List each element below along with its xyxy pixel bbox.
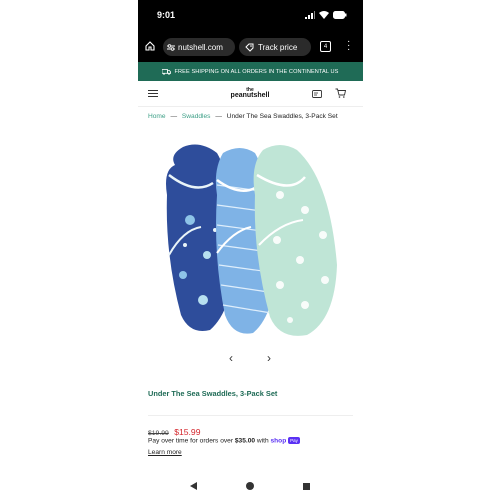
price-block: $19.99 $15.99 (148, 427, 200, 437)
home-icon[interactable] (145, 41, 155, 51)
status-icons (305, 11, 347, 19)
site-settings-icon[interactable] (167, 43, 175, 51)
installments-with: with (256, 437, 269, 445)
sale-price: $15.99 (174, 427, 201, 437)
breadcrumb: Home — Swaddles — Under The Sea Swaddles… (148, 113, 338, 120)
breadcrumb-home[interactable]: Home (148, 113, 166, 120)
shop-pay-logo: shop (270, 437, 287, 445)
hamburger-menu-icon[interactable] (148, 90, 158, 99)
battery-icon (333, 11, 347, 19)
image-carousel-controls: ‹ › (229, 351, 271, 365)
installments-message: Pay over time for orders over $35.00 wit… (148, 437, 300, 444)
cart-icon[interactable] (335, 88, 346, 98)
divider (148, 415, 353, 416)
site-logo[interactable]: the peanutshell (225, 88, 275, 100)
back-nav-icon[interactable] (190, 482, 197, 490)
carousel-prev-icon[interactable]: ‹ (229, 351, 233, 365)
product-title: Under The Sea Swaddles, 3-Pack Set (148, 389, 278, 398)
installments-amount: $35.00 (234, 437, 256, 445)
breadcrumb-current: Under The Sea Swaddles, 3-Pack Set (226, 113, 338, 120)
right-margin (363, 0, 500, 500)
address-bar[interactable]: nutshell.com (163, 38, 235, 56)
original-price: $19.99 (148, 430, 169, 437)
promo-text: FREE SHIPPING ON ALL ORDERS IN THE CONTI… (174, 68, 339, 75)
product-image[interactable] (155, 135, 355, 345)
breadcrumb-separator: — (170, 113, 178, 120)
logo-bottom-text: peanutshell (230, 92, 270, 99)
truck-icon (162, 68, 172, 75)
breadcrumb-swaddles[interactable]: Swaddles (182, 113, 211, 120)
track-price-button[interactable]: Track price (239, 38, 311, 56)
status-time: 9:01 (157, 10, 176, 20)
promo-banner: FREE SHIPPING ON ALL ORDERS IN THE CONTI… (138, 62, 363, 81)
track-price-label: Track price (258, 42, 298, 52)
installments-text: Pay over time for orders over (148, 437, 234, 445)
phone-screen: 9:01 nutshell.com Track price 4 · · · FR… (138, 0, 363, 500)
recents-nav-icon[interactable] (303, 483, 310, 490)
price-tag-icon (245, 43, 254, 52)
carousel-next-icon[interactable]: › (267, 351, 271, 365)
breadcrumb-separator: — (215, 113, 222, 120)
browser-toolbar: nutshell.com Track price 4 · · · (138, 32, 363, 62)
site-header: the peanutshell (138, 81, 363, 107)
shop-pay-badge: Pay (288, 437, 300, 444)
home-nav-icon[interactable] (246, 482, 254, 490)
status-bar: 9:01 (138, 0, 363, 32)
wifi-icon (319, 11, 329, 19)
signal-icon (305, 11, 315, 19)
learn-more-link[interactable]: Learn more (148, 449, 182, 456)
system-nav-bar (138, 472, 363, 500)
tab-switcher-button[interactable]: 4 (320, 41, 331, 52)
url-text: nutshell.com (178, 42, 223, 52)
tab-count: 4 (323, 43, 328, 50)
account-icon[interactable] (312, 90, 322, 98)
more-menu-icon[interactable]: · · · (347, 37, 351, 55)
left-margin (0, 0, 138, 500)
